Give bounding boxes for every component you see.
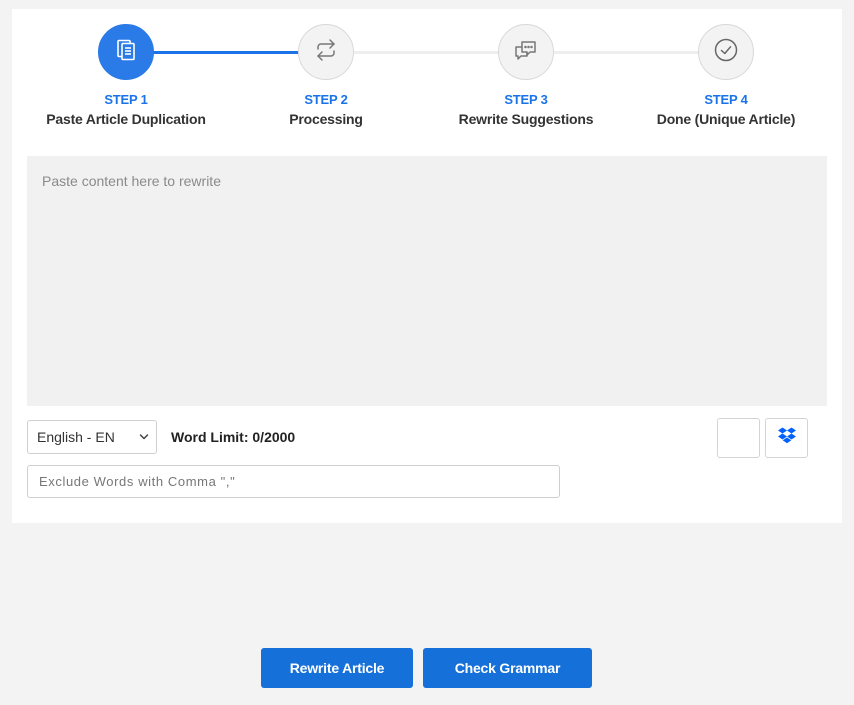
repeat-icon	[314, 38, 338, 67]
step-4-circle	[698, 24, 754, 80]
step-3-number: STEP 3	[504, 92, 548, 107]
step-3: STEP 3 Rewrite Suggestions	[426, 24, 626, 127]
rewriter-card: STEP 1 Paste Article Duplication STEP 2 …	[12, 9, 842, 523]
dropbox-icon	[777, 427, 796, 449]
word-limit: Word Limit: 0/2000	[171, 429, 296, 445]
step-3-title: Rewrite Suggestions	[458, 111, 594, 127]
clipboard-icon	[114, 38, 138, 67]
step-1: STEP 1 Paste Article Duplication	[26, 24, 226, 127]
language-select[interactable]: English - EN	[27, 420, 157, 454]
step-4: STEP 4 Done (Unique Article)	[626, 24, 826, 127]
step-1-circle	[98, 24, 154, 80]
chat-icon	[513, 38, 539, 67]
step-4-number: STEP 4	[704, 92, 748, 107]
check-circle-icon	[713, 37, 739, 68]
content-textarea[interactable]	[27, 156, 827, 406]
check-grammar-button[interactable]: Check Grammar	[423, 648, 592, 688]
step-4-title: Done (Unique Article)	[656, 111, 796, 127]
step-2-title: Processing	[289, 111, 363, 127]
exclude-words-input[interactable]	[27, 465, 560, 498]
step-2-circle	[298, 24, 354, 80]
step-1-title: Paste Article Duplication	[46, 111, 206, 127]
file-upload-button[interactable]	[717, 418, 760, 458]
rewrite-article-button[interactable]: Rewrite Article	[261, 648, 413, 688]
language-select-value: English - EN	[37, 429, 115, 445]
step-1-number: STEP 1	[104, 92, 148, 107]
step-2: STEP 2 Processing	[226, 24, 426, 127]
step-3-circle	[498, 24, 554, 80]
step-2-number: STEP 2	[304, 92, 348, 107]
chevron-down-icon	[138, 430, 150, 447]
dropbox-button[interactable]	[765, 418, 808, 458]
